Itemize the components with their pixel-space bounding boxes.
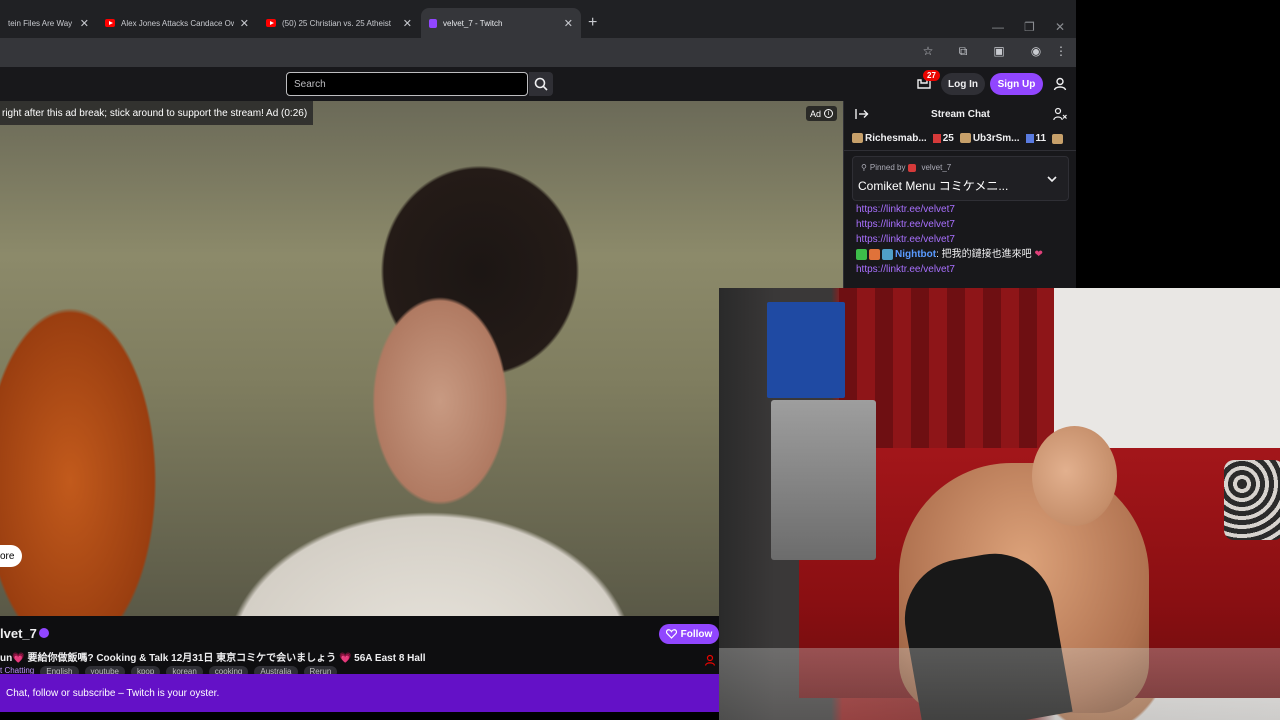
mini-fridge-image	[771, 400, 876, 560]
address-bar[interactable]: ☆ ⧉ ▣ ◉ ⋮	[0, 38, 1076, 67]
twitch-top-nav: Search 27 Log In Sign Up	[0, 67, 1076, 101]
webcam-overlay[interactable]	[719, 288, 1280, 720]
browser-chrome: tein Files Are Way ✕ Alex Jones Attacks …	[0, 0, 1076, 67]
broadcaster-icon	[908, 163, 917, 172]
ad-label: Ad	[810, 108, 822, 119]
chat-link[interactable]: https://linktr.ee/velvet7	[856, 232, 1071, 247]
ad-message: right after this ad break; stick around …	[0, 101, 314, 125]
search-button[interactable]	[529, 72, 553, 96]
cast-icon[interactable]: ▣	[991, 44, 1007, 58]
tab-title: tein Files Are Way	[8, 18, 73, 28]
pillow-image	[1224, 460, 1280, 540]
checkmark-badge-icon	[856, 248, 867, 260]
gift-icon	[1025, 133, 1034, 143]
emote-icon	[869, 248, 880, 260]
learn-more-button[interactable]: ore	[0, 545, 23, 567]
channel-name[interactable]: lvet_7	[0, 626, 37, 641]
maximize-icon[interactable]: ❐	[1024, 20, 1035, 34]
gift-icon	[932, 133, 941, 143]
viewers-icon	[704, 654, 716, 666]
search-placeholder: Search	[294, 78, 326, 90]
chat-link[interactable]: https://linktr.ee/velvet7	[856, 202, 1071, 217]
chat-text: : 把我的鏈接也進來吧	[936, 249, 1032, 260]
heart-icon	[665, 629, 677, 639]
notification-badge: 27	[923, 70, 940, 81]
chat-messages: https://linktr.ee/velvet7 https://linktr…	[856, 202, 1071, 277]
youtube-icon	[105, 19, 115, 27]
gift-leaderboard: Richesmab... 25 Ub3rSm... 11	[844, 127, 1076, 151]
verified-icon	[39, 628, 49, 638]
promo-banner[interactable]: Chat, follow or subscribe – Twitch is yo…	[0, 674, 843, 712]
youtube-icon	[266, 19, 276, 27]
chat-title: Stream Chat	[931, 108, 990, 120]
leader-name: Richesmab...	[865, 133, 927, 144]
tab-title: (50) 25 Christian vs. 25 Atheist	[282, 18, 391, 28]
pinned-message[interactable]: ⚲ Pinned by velvet_7 Comiket Menu コミケメニ.…	[852, 156, 1069, 201]
chat-link[interactable]: https://linktr.ee/velvet7	[856, 262, 1071, 277]
floor-image	[719, 648, 1280, 720]
leaderboard-entry[interactable]: Richesmab...	[852, 133, 927, 144]
leader-count: 25	[942, 133, 954, 144]
window-close-icon[interactable]: ✕	[1055, 20, 1065, 34]
info-icon: i	[824, 109, 834, 118]
stream-chat: Stream Chat Richesmab... 25 Ub3rSm... 11…	[843, 101, 1076, 288]
community-icon[interactable]	[1053, 107, 1067, 121]
search-input[interactable]: Search	[286, 72, 528, 96]
user-icon[interactable]	[1052, 76, 1068, 92]
promo-text: Chat, follow or subscribe – Twitch is yo…	[6, 687, 220, 699]
ad-badge[interactable]: Ad i	[806, 106, 838, 121]
close-icon[interactable]: ✕	[240, 17, 249, 30]
close-icon[interactable]: ✕	[564, 17, 573, 30]
chat-username[interactable]: Nightbot	[895, 249, 936, 260]
video-player[interactable]: right after this ad break; stick around …	[0, 101, 843, 616]
leaderboard-count: 25	[932, 133, 954, 144]
follow-button[interactable]: Follow	[659, 624, 719, 644]
follow-label: Follow	[680, 628, 713, 640]
beer-box-image	[767, 302, 845, 398]
tab-strip: tein Files Are Way ✕ Alex Jones Attacks …	[0, 8, 1076, 38]
gift-icon	[852, 133, 863, 144]
browser-tab-3[interactable]: (50) 25 Christian vs. 25 Atheist ✕	[258, 8, 420, 38]
search-icon	[534, 77, 548, 91]
stream-info: lvet_7 Follow un💗 要給你做飯嗎? Cooking & Talk…	[0, 616, 843, 678]
person-head-image	[1032, 426, 1117, 526]
gift-icon	[1052, 133, 1064, 144]
collapse-chat-icon[interactable]	[855, 108, 869, 120]
tab-title: Alex Jones Attacks Candace Ow	[121, 18, 234, 28]
gift-icon	[959, 133, 971, 144]
chevron-down-icon[interactable]	[1046, 173, 1058, 185]
login-button[interactable]: Log In	[941, 73, 985, 95]
tab-title: velvet_7 - Twitch	[443, 18, 503, 28]
twitch-icon	[429, 18, 437, 28]
leaderboard-entry[interactable]: Ub3rSm...	[959, 133, 1020, 144]
leaderboard-count: 11	[1025, 133, 1047, 144]
signup-button[interactable]: Sign Up	[990, 73, 1043, 95]
heart-emote-icon: ❤	[1034, 249, 1043, 260]
pinned-text: Comiket Menu コミケメニ...	[858, 179, 1009, 193]
leader-count: 11	[1035, 133, 1047, 144]
leader-name: Ub3rSm...	[972, 133, 1020, 144]
close-icon[interactable]: ✕	[80, 17, 89, 30]
pinned-by-user: velvet_7	[921, 163, 952, 172]
pinned-by: ⚲ Pinned by velvet_7	[861, 163, 951, 172]
chat-header: Stream Chat	[844, 101, 1076, 127]
browser-tab-2[interactable]: Alex Jones Attacks Candace Ow ✕	[97, 8, 257, 38]
new-tab-button[interactable]: +	[588, 14, 597, 32]
menu-icon[interactable]: ⋮	[1053, 44, 1069, 58]
pin-icon: ⚲	[861, 163, 867, 172]
star-icon[interactable]: ☆	[920, 44, 936, 58]
stream-title: un💗 要給你做飯嗎? Cooking & Talk 12月31日 東京コミケで…	[0, 653, 426, 664]
emote-icon	[882, 248, 893, 260]
chat-message: Nightbot: 把我的鏈接也進來吧 ❤	[856, 247, 1071, 262]
browser-tab-1[interactable]: tein Files Are Way ✕	[0, 8, 97, 38]
close-icon[interactable]: ✕	[403, 17, 412, 30]
pinned-by-label: Pinned by	[869, 163, 906, 172]
browser-tab-4[interactable]: velvet_7 - Twitch ✕	[421, 8, 581, 38]
profile-icon[interactable]: ◉	[1028, 44, 1044, 58]
extensions-icon[interactable]: ⧉	[955, 44, 971, 59]
minimize-icon[interactable]: —	[992, 20, 1004, 34]
chat-link[interactable]: https://linktr.ee/velvet7	[856, 217, 1071, 232]
